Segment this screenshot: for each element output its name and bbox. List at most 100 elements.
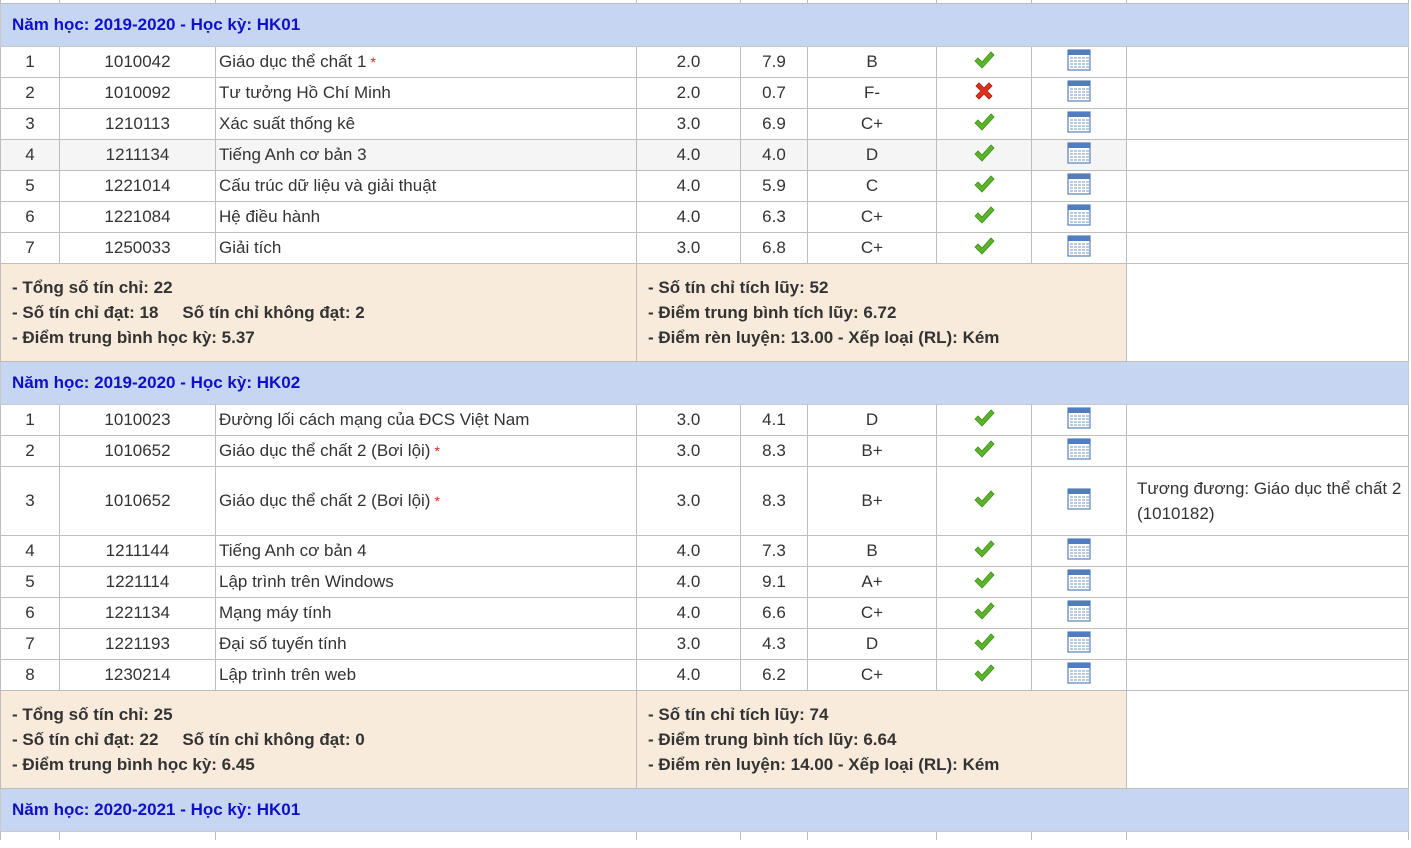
course-credits: 4.0 xyxy=(636,535,741,567)
course-detail-cell xyxy=(1031,597,1127,629)
course-score: 6.8 xyxy=(740,232,808,264)
total-credits: - Tổng số tín chỉ: 22 xyxy=(12,278,173,297)
course-grade: D xyxy=(807,139,937,171)
course-name-cell: Lập trình trên Windows xyxy=(215,566,637,598)
course-name-cell: Giáo dục thể chất 1 * xyxy=(215,46,637,78)
calendar-icon[interactable] xyxy=(1067,487,1091,515)
calendar-icon[interactable] xyxy=(1067,79,1091,107)
calendar-icon[interactable] xyxy=(1067,537,1091,565)
course-row: 1 1010042 Giáo dục thể chất 1 * 2.0 7.9 B xyxy=(0,46,1409,78)
course-grade: A+ xyxy=(807,566,937,598)
accumulated-credits: - Số tín chỉ tích lũy: 52 xyxy=(648,278,829,297)
calendar-icon[interactable] xyxy=(1067,141,1091,169)
course-note xyxy=(1126,535,1409,567)
course-row: 3 1010652 Giáo dục thể chất 2 (Bơi lội) * 3.… xyxy=(0,466,1409,536)
course-name-cell: Lập trình trên web xyxy=(215,659,637,691)
course-detail-cell xyxy=(1031,77,1127,109)
check-icon xyxy=(973,112,995,137)
calendar-icon[interactable] xyxy=(1067,110,1091,138)
course-score: 6.9 xyxy=(740,108,808,140)
course-code: 1230214 xyxy=(59,659,216,691)
course-code: 1221193 xyxy=(59,628,216,660)
calendar-icon[interactable] xyxy=(1067,48,1091,76)
accumulated-gpa: - Điểm trung bình tích lũy: 6.72 xyxy=(648,303,897,322)
semester-header-label: Năm học: 2019-2020 - Học kỳ: HK02 xyxy=(0,361,1409,405)
course-score: 6.2 xyxy=(740,659,808,691)
calendar-icon[interactable] xyxy=(1067,599,1091,627)
course-credits: 2.0 xyxy=(636,77,741,109)
table-row-partial xyxy=(0,831,1409,840)
course-grade: C+ xyxy=(807,232,937,264)
course-detail-cell xyxy=(1031,435,1127,467)
course-credits: 4.0 xyxy=(636,170,741,202)
course-score: 8.3 xyxy=(740,435,808,467)
check-icon xyxy=(973,408,995,433)
course-row: 2 1010092 Tư tưởng Hồ Chí Minh 2.0 0.7 F- xyxy=(0,77,1409,109)
course-grade: C xyxy=(807,170,937,202)
total-credits: - Tổng số tín chỉ: 25 xyxy=(12,705,173,724)
passed-credits: - Số tín chỉ đạt: 22 xyxy=(12,730,159,749)
course-name: Hệ điều hành xyxy=(219,207,321,226)
calendar-icon[interactable] xyxy=(1067,203,1091,231)
course-grade: B xyxy=(807,46,937,78)
required-star: * xyxy=(434,493,440,509)
course-note xyxy=(1126,566,1409,598)
course-name: Đại số tuyến tính xyxy=(219,634,347,653)
course-credits: 4.0 xyxy=(636,566,741,598)
course-note xyxy=(1126,232,1409,264)
course-grade: C+ xyxy=(807,659,937,691)
course-code: 1221084 xyxy=(59,201,216,233)
course-code: 1010652 xyxy=(59,466,216,536)
course-name: Mạng máy tính xyxy=(219,603,332,622)
course-index: 5 xyxy=(0,566,60,598)
course-score: 4.1 xyxy=(740,404,808,436)
course-note xyxy=(1126,597,1409,629)
course-name: Giáo dục thể chất 1 xyxy=(219,52,367,71)
calendar-icon[interactable] xyxy=(1067,437,1091,465)
check-icon xyxy=(973,570,995,595)
course-credits: 3.0 xyxy=(636,108,741,140)
calendar-icon[interactable] xyxy=(1067,568,1091,596)
course-note xyxy=(1126,201,1409,233)
course-grade: C+ xyxy=(807,108,937,140)
course-name: Tiếng Anh cơ bản 4 xyxy=(219,541,367,560)
course-score: 6.6 xyxy=(740,597,808,629)
course-code: 1211144 xyxy=(59,535,216,567)
semester-summary-right: - Số tín chỉ tích lũy: 74 - Điểm trung bì… xyxy=(636,690,1127,789)
course-name-cell: Mạng máy tính xyxy=(215,597,637,629)
course-name-cell: Tiếng Anh cơ bản 3 xyxy=(215,139,637,171)
course-detail-cell xyxy=(1031,628,1127,660)
course-status-cell xyxy=(936,170,1032,202)
course-detail-cell xyxy=(1031,108,1127,140)
course-note xyxy=(1126,139,1409,171)
course-name-cell: Giải tích xyxy=(215,232,637,264)
calendar-icon[interactable] xyxy=(1067,630,1091,658)
calendar-icon[interactable] xyxy=(1067,406,1091,434)
semester-gpa: - Điểm trung bình học kỳ: 5.37 xyxy=(12,328,255,347)
course-row: 6 1221134 Mạng máy tính 4.0 6.6 C+ xyxy=(0,597,1409,629)
course-credits: 3.0 xyxy=(636,628,741,660)
course-status-cell xyxy=(936,659,1032,691)
course-score: 7.9 xyxy=(740,46,808,78)
course-score: 4.0 xyxy=(740,139,808,171)
semester-header: Năm học: 2020-2021 - Học kỳ: HK01 xyxy=(0,788,1409,832)
course-score: 4.3 xyxy=(740,628,808,660)
course-credits: 4.0 xyxy=(636,597,741,629)
course-name-cell: Hệ điều hành xyxy=(215,201,637,233)
check-icon xyxy=(973,601,995,626)
semester-summary-right: - Số tín chỉ tích lũy: 52 - Điểm trung bì… xyxy=(636,263,1127,362)
course-row: 1 1010023 Đường lối cách mạng của ĐCS Việt… xyxy=(0,404,1409,436)
calendar-icon[interactable] xyxy=(1067,661,1091,689)
course-score: 6.3 xyxy=(740,201,808,233)
course-index: 1 xyxy=(0,46,60,78)
accumulated-credits: - Số tín chỉ tích lũy: 74 xyxy=(648,705,829,724)
course-status-cell xyxy=(936,597,1032,629)
calendar-icon[interactable] xyxy=(1067,172,1091,200)
conduct-score: - Điểm rèn luyện: 13.00 - Xếp loại (RL):… xyxy=(648,328,1000,347)
calendar-icon[interactable] xyxy=(1067,234,1091,262)
course-score: 5.9 xyxy=(740,170,808,202)
course-row: 4 1211134 Tiếng Anh cơ bản 3 4.0 4.0 D xyxy=(0,139,1409,171)
course-code: 1010092 xyxy=(59,77,216,109)
course-code: 1221114 xyxy=(59,566,216,598)
course-index: 6 xyxy=(0,201,60,233)
